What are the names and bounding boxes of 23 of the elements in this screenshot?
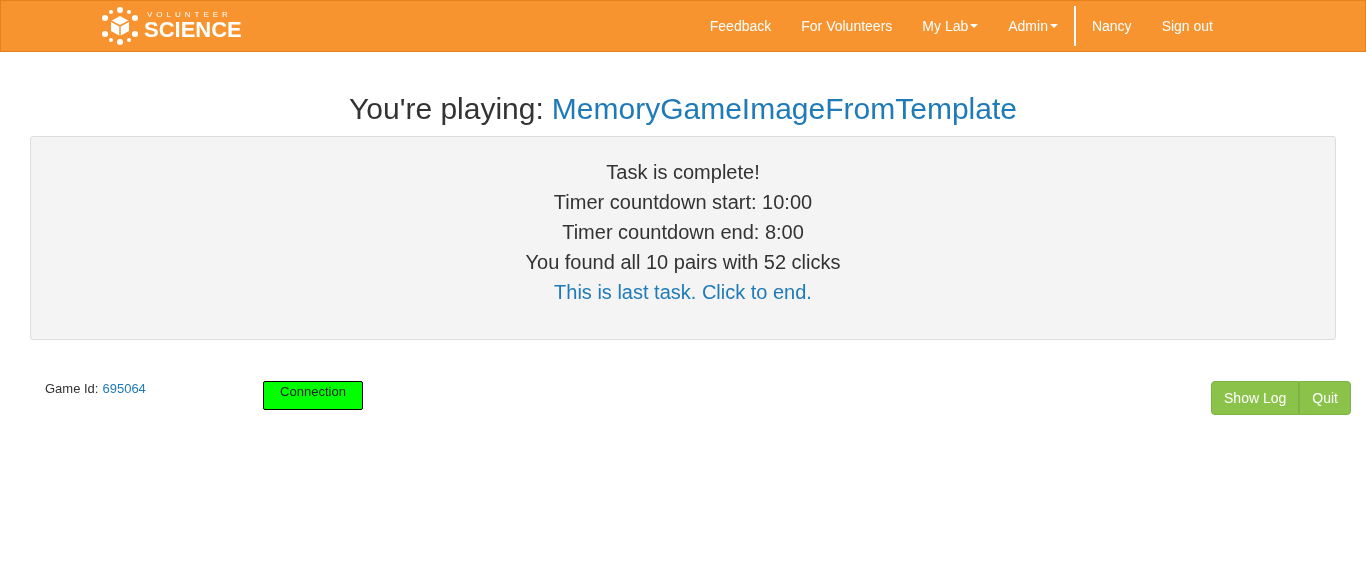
logo-text: SCIENCE (144, 19, 242, 41)
caret-icon (1049, 24, 1058, 28)
caret-icon (970, 24, 979, 28)
result-text: Task is complete! (606, 160, 760, 185)
game-id-label: Game Id: (45, 381, 99, 396)
game-id-link[interactable]: 695064 (102, 381, 146, 396)
nav-link[interactable]: Nancy (1076, 3, 1147, 49)
nav-dropdown[interactable]: My Lab (907, 3, 994, 49)
page-heading: You're playing: (349, 92, 544, 126)
nav-dropdown[interactable]: Admin (993, 3, 1073, 49)
show-log-button[interactable]: Show Log (1211, 381, 1300, 415)
result-text: You found all 10 pairs with 52 clicks (525, 250, 841, 275)
nav-link[interactable]: Sign out (1146, 3, 1228, 49)
logo-text: VOLUNTEER (147, 11, 233, 19)
result-text: Timer countdown start: 10:00 (553, 190, 813, 215)
quit-button[interactable]: Quit (1299, 381, 1351, 415)
game-link[interactable]: MemoryGameImageFromTemplate (551, 92, 1017, 126)
connection-status[interactable]: Connection (263, 381, 363, 410)
result-text: Timer countdown end: 8:00 (562, 220, 804, 245)
nav-link[interactable]: For Volunteers (786, 3, 908, 49)
nav-link[interactable]: Feedback (694, 3, 787, 49)
end-link[interactable]: This is last task. Click to end. (554, 277, 812, 307)
logo-icon (100, 6, 140, 46)
